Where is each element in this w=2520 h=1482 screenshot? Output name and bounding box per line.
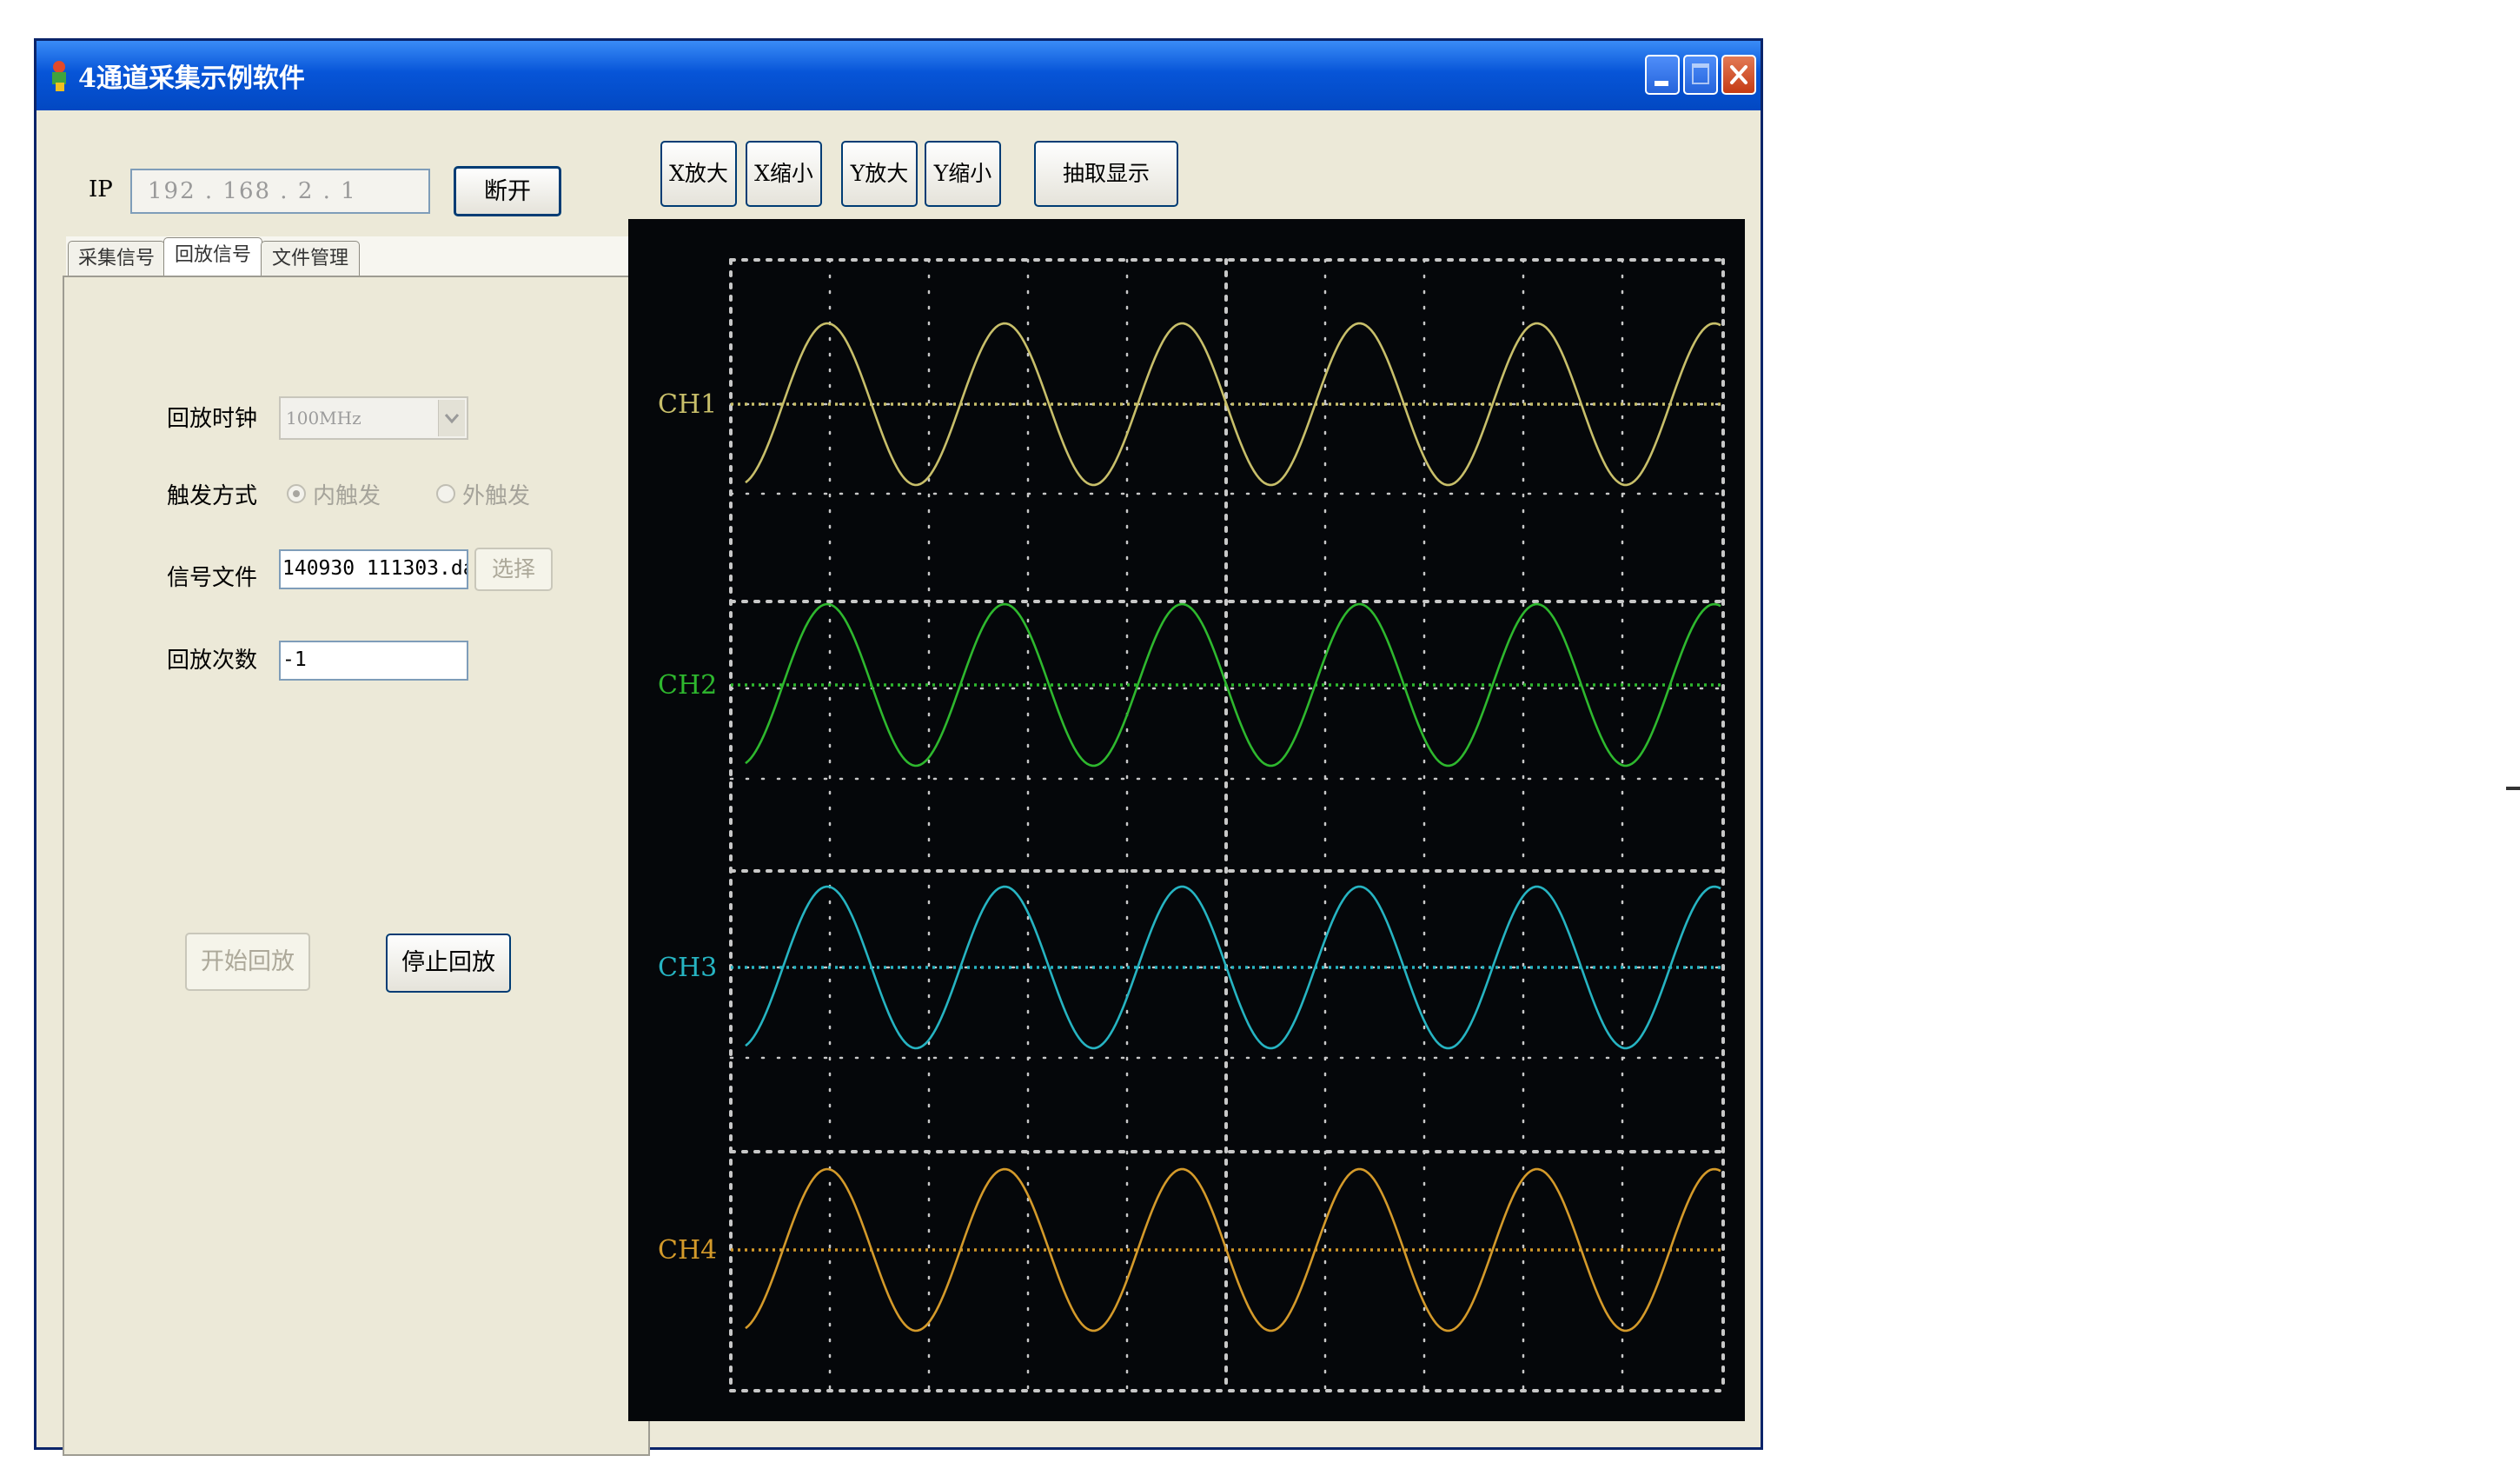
chevron-down-icon bbox=[438, 400, 465, 436]
maximize-icon bbox=[1692, 63, 1709, 84]
playback-panel bbox=[63, 276, 650, 1456]
minimize-button[interactable] bbox=[1645, 55, 1680, 95]
stop-playback-button[interactable]: 停止回放 bbox=[386, 934, 511, 993]
radio-external-trigger[interactable] bbox=[436, 484, 455, 503]
select-file-button[interactable]: 选择 bbox=[474, 548, 553, 591]
start-playback-button[interactable]: 开始回放 bbox=[185, 933, 310, 991]
internal-trigger-label: 内触发 bbox=[313, 483, 381, 509]
playback-count-label: 回放次数 bbox=[167, 648, 258, 674]
app-icon bbox=[52, 61, 66, 91]
clock-select-value: 100MHz bbox=[286, 408, 361, 429]
tab-playback-signal[interactable]: 回放信号 bbox=[163, 237, 262, 276]
minimize-icon bbox=[1655, 81, 1668, 86]
x-zoom-in-button[interactable]: X放大 bbox=[660, 141, 737, 207]
signal-file-label: 信号文件 bbox=[167, 565, 258, 591]
signal-file-field[interactable]: 140930 111303.dat bbox=[279, 549, 468, 589]
edge-mark bbox=[2506, 787, 2520, 790]
ip-address-field[interactable]: 192 . 168 . 2 . 1 bbox=[130, 169, 430, 214]
maximize-button[interactable] bbox=[1683, 55, 1718, 95]
channel-label: CH1 bbox=[658, 389, 717, 420]
oscilloscope-plot: CH1 CH2 CH3 CH4 bbox=[658, 258, 1725, 1392]
disconnect-button[interactable]: 断开 bbox=[454, 166, 561, 216]
close-button[interactable] bbox=[1721, 55, 1756, 95]
ip-label: IP bbox=[89, 176, 113, 203]
channel-label: CH4 bbox=[658, 1235, 717, 1266]
y-zoom-in-button[interactable]: Y放大 bbox=[841, 141, 918, 207]
x-zoom-out-button[interactable]: X缩小 bbox=[746, 141, 822, 207]
playback-count-field[interactable]: -1 bbox=[279, 641, 468, 681]
oscilloscope-display[interactable]: CH1 CH2 CH3 CH4 bbox=[628, 219, 1745, 1421]
clock-select[interactable]: 100MHz bbox=[279, 396, 468, 440]
close-icon bbox=[1730, 65, 1747, 84]
tab-file-management[interactable]: 文件管理 bbox=[261, 241, 360, 276]
tab-capture-signal[interactable]: 采集信号 bbox=[68, 241, 165, 276]
title-bar[interactable]: 4通道采集示例软件 bbox=[36, 41, 1761, 110]
decimate-display-button[interactable]: 抽取显示 bbox=[1034, 141, 1178, 207]
radio-internal-trigger[interactable] bbox=[287, 484, 306, 503]
channel-label: CH2 bbox=[658, 670, 717, 701]
window-title: 4通道采集示例软件 bbox=[78, 63, 305, 94]
main-window: 4通道采集示例软件 IP 192 . 168 . 2 . 1 断开 采集信号 回… bbox=[34, 38, 1763, 1456]
clock-label: 回放时钟 bbox=[167, 406, 258, 432]
external-trigger-label: 外触发 bbox=[462, 483, 531, 509]
channel-label: CH3 bbox=[658, 953, 717, 983]
y-zoom-out-button[interactable]: Y缩小 bbox=[925, 141, 1001, 207]
trigger-label: 触发方式 bbox=[167, 483, 258, 509]
